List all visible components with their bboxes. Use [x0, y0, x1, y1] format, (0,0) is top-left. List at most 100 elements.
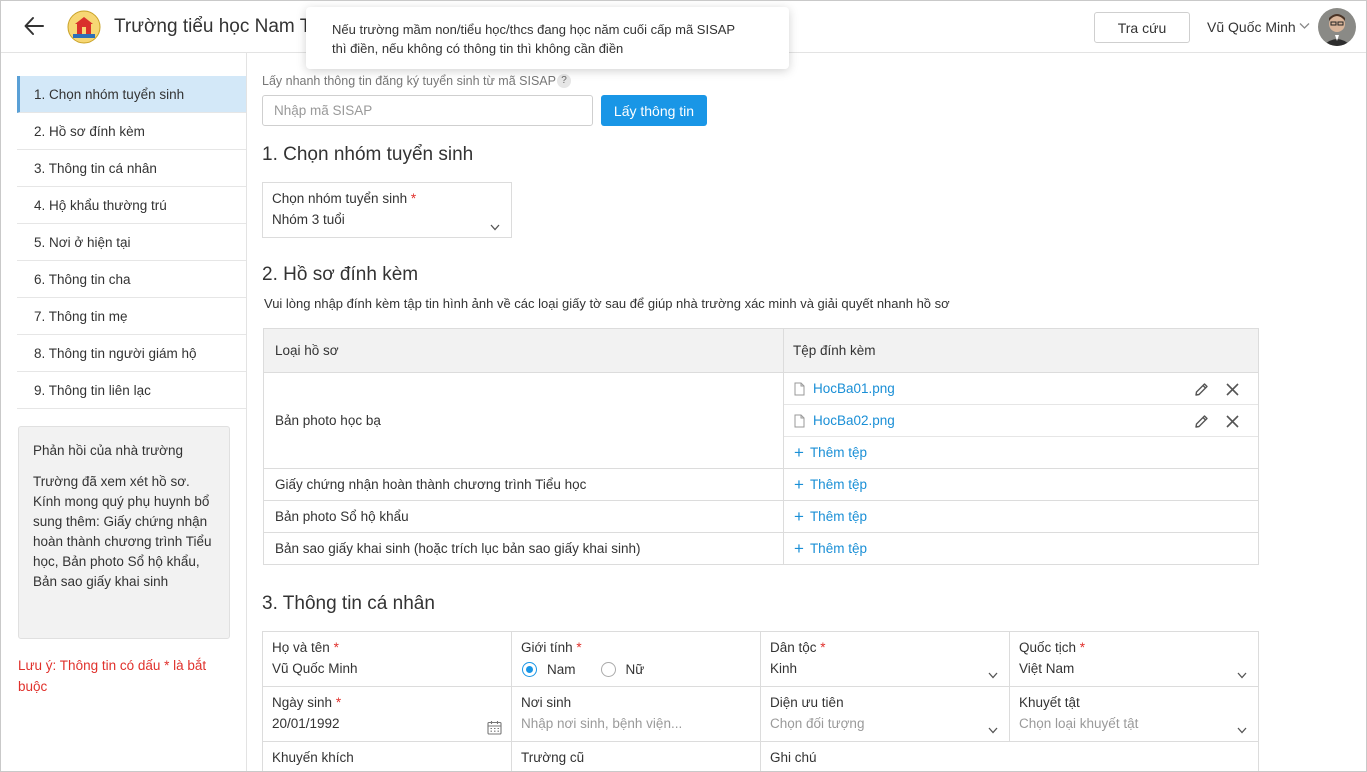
- sidebar-item-contact-info[interactable]: 9. Thông tin liên lạc: [17, 372, 246, 409]
- add-file-button[interactable]: + Thêm tệp: [784, 501, 1258, 532]
- section-title-group: 1. Chọn nhóm tuyển sinh: [262, 144, 474, 165]
- page-title: Trường tiểu học Nam Trun: [114, 16, 339, 37]
- old-school-field[interactable]: Trường cũ: [512, 742, 761, 771]
- add-file-label: Thêm tệp: [809, 445, 867, 460]
- admission-group-select[interactable]: Chọn nhóm tuyển sinh * Nhóm 3 tuổi: [262, 182, 512, 238]
- add-file-label: Thêm tệp: [809, 509, 867, 524]
- required-note: Lưu ý: Thông tin có dấu * là bắt buộc: [18, 658, 207, 694]
- birth-date-field[interactable]: Ngày sinh * 20/01/1992: [263, 687, 512, 742]
- chevron-down-icon: [988, 672, 998, 679]
- chevron-down-icon[interactable]: [1299, 22, 1310, 30]
- back-arrow-icon[interactable]: [23, 15, 45, 37]
- calendar-icon[interactable]: [487, 720, 502, 735]
- column-header-type: Loại hồ sơ: [264, 329, 784, 372]
- document-type: Giấy chứng nhận hoàn thành chương trình …: [264, 469, 784, 500]
- chevron-down-icon: [988, 727, 998, 734]
- edit-icon[interactable]: [1193, 413, 1210, 430]
- edit-icon[interactable]: [1193, 381, 1210, 398]
- plus-icon: +: [794, 539, 804, 558]
- file-icon: [794, 414, 805, 427]
- file-link[interactable]: HocBa02.png: [813, 413, 895, 428]
- sidebar-nav: 1. Chọn nhóm tuyển sinh 2. Hồ sơ đính kè…: [17, 76, 246, 409]
- add-file-button[interactable]: + Thêm tệp: [784, 533, 1258, 564]
- field-label: Dân tộc *: [770, 640, 826, 655]
- sidebar-item-mother-info[interactable]: 7. Thông tin mẹ: [17, 298, 246, 335]
- note-field[interactable]: Ghi chú: [761, 742, 1259, 771]
- section-title-attachments: 2. Hồ sơ đính kèm: [262, 264, 419, 285]
- file-item: HocBa01.png: [784, 373, 1258, 405]
- field-label: Chọn nhóm tuyển sinh *: [272, 191, 417, 206]
- encouragement-field[interactable]: Khuyến khích: [263, 742, 512, 771]
- tooltip-line: Nếu trường mầm non/tiểu học/thcs đang họ…: [332, 22, 736, 37]
- disability-placeholder: Chọn loại khuyết tật: [1019, 716, 1139, 731]
- feedback-message: Trường đã xem xét hồ sơ. Kính mong quý p…: [33, 474, 212, 589]
- birth-place-placeholder: Nhập nơi sinh, bệnh viện...: [521, 716, 683, 731]
- full-name-value: Vũ Quốc Minh: [272, 661, 358, 676]
- field-label: Trường cũ: [521, 750, 585, 765]
- plus-icon: +: [794, 443, 804, 462]
- personal-info-form: Họ và tên * Vũ Quốc Minh Giới tính * Nam…: [262, 631, 1259, 771]
- column-header-file: Tệp đính kèm: [793, 343, 876, 358]
- attachments-table: Loại hồ sơ Tệp đính kèm Bản photo học bạ…: [263, 328, 1259, 565]
- sidebar-item-permanent-residence[interactable]: 4. Hộ khẩu thường trú: [17, 187, 246, 224]
- document-type: Bản photo Sổ hộ khẩu: [264, 501, 784, 532]
- attachments-description: Vui lòng nhập đính kèm tập tin hình ảnh …: [264, 296, 950, 311]
- gender-radio-male[interactable]: [522, 662, 537, 677]
- gender-radio-female[interactable]: [600, 662, 616, 677]
- sidebar-item-guardian-info[interactable]: 8. Thông tin người giám hộ: [17, 335, 246, 372]
- birth-place-field[interactable]: Nơi sinh Nhập nơi sinh, bệnh viện...: [512, 687, 761, 742]
- lookup-button[interactable]: Tra cứu: [1094, 12, 1190, 43]
- table-row: Giấy chứng nhận hoàn thành chương trình …: [264, 469, 1258, 501]
- add-file-label: Thêm tệp: [809, 541, 867, 556]
- add-file-button[interactable]: + Thêm tệp: [784, 469, 1258, 500]
- field-label: Giới tính *: [521, 640, 582, 655]
- disability-select[interactable]: Khuyết tật Chọn loại khuyết tật: [1010, 687, 1259, 742]
- user-name[interactable]: Vũ Quốc Minh: [1207, 19, 1296, 35]
- sidebar-item-attachments[interactable]: 2. Hồ sơ đính kèm: [17, 113, 246, 150]
- sisap-label: Lấy nhanh thông tin đăng ký tuyển sinh t…: [262, 74, 556, 88]
- table-row: Bản sao giấy khai sinh (hoặc trích lục b…: [264, 533, 1258, 564]
- fetch-info-button[interactable]: Lấy thông tin: [601, 95, 707, 126]
- sisap-input[interactable]: [262, 95, 593, 126]
- field-label: Quốc tịch *: [1019, 640, 1086, 655]
- close-icon[interactable]: [1225, 382, 1240, 397]
- add-file-button[interactable]: + Thêm tệp: [784, 437, 1258, 468]
- table-header: Loại hồ sơ Tệp đính kèm: [264, 329, 1258, 373]
- avatar[interactable]: [1318, 8, 1356, 46]
- sidebar-item-father-info[interactable]: 6. Thông tin cha: [17, 261, 246, 298]
- selected-group: Nhóm 3 tuổi: [272, 212, 345, 227]
- close-icon[interactable]: [1225, 414, 1240, 429]
- tooltip-line: thì điền, nếu không có thông tin thì khô…: [332, 41, 624, 56]
- table-row: Bản photo Sổ hộ khẩu + Thêm tệp: [264, 501, 1258, 533]
- nationality-value: Việt Nam: [1019, 661, 1075, 676]
- full-name-field[interactable]: Họ và tên * Vũ Quốc Minh: [263, 632, 512, 687]
- plus-icon: +: [794, 507, 804, 526]
- radio-label: Nữ: [625, 662, 645, 677]
- chevron-down-icon: [1237, 727, 1247, 734]
- chevron-down-icon: [1237, 672, 1247, 679]
- sidebar-item-personal-info[interactable]: 3. Thông tin cá nhân: [17, 150, 246, 187]
- priority-placeholder: Chọn đối tượng: [770, 716, 865, 731]
- field-label: Khuyến khích: [272, 750, 354, 765]
- file-item: HocBa02.png: [784, 405, 1258, 437]
- priority-select[interactable]: Diện ưu tiên Chọn đối tượng: [761, 687, 1010, 742]
- field-label: Khuyết tật: [1019, 695, 1080, 710]
- section-title-personal-info: 3. Thông tin cá nhân: [262, 593, 435, 614]
- school-logo: [67, 10, 101, 44]
- header: Trường tiểu học Nam Trun Nếu trường mầm …: [1, 1, 1366, 69]
- birth-date-value: 20/01/1992: [272, 716, 340, 731]
- feedback-title: Phản hồi của nhà trường: [33, 443, 183, 458]
- plus-icon: +: [794, 475, 804, 494]
- sidebar-item-group[interactable]: 1. Chọn nhóm tuyển sinh: [17, 76, 246, 113]
- field-label: Ngày sinh *: [272, 695, 342, 710]
- file-link[interactable]: HocBa01.png: [813, 381, 895, 396]
- ethnicity-select[interactable]: Dân tộc * Kinh: [761, 632, 1010, 687]
- help-icon[interactable]: ?: [557, 74, 571, 88]
- radio-label: Nam: [547, 662, 576, 677]
- sisap-help-tooltip: Nếu trường mầm non/tiểu học/thcs đang họ…: [306, 7, 789, 69]
- document-type: Bản sao giấy khai sinh (hoặc trích lục b…: [264, 533, 784, 564]
- sidebar-item-current-residence[interactable]: 5. Nơi ở hiện tại: [17, 224, 246, 261]
- sidebar-divider: [246, 53, 247, 771]
- table-row: Bản photo học bạ HocBa01.png HocBa02.png…: [264, 373, 1258, 469]
- nationality-select[interactable]: Quốc tịch * Việt Nam: [1010, 632, 1259, 687]
